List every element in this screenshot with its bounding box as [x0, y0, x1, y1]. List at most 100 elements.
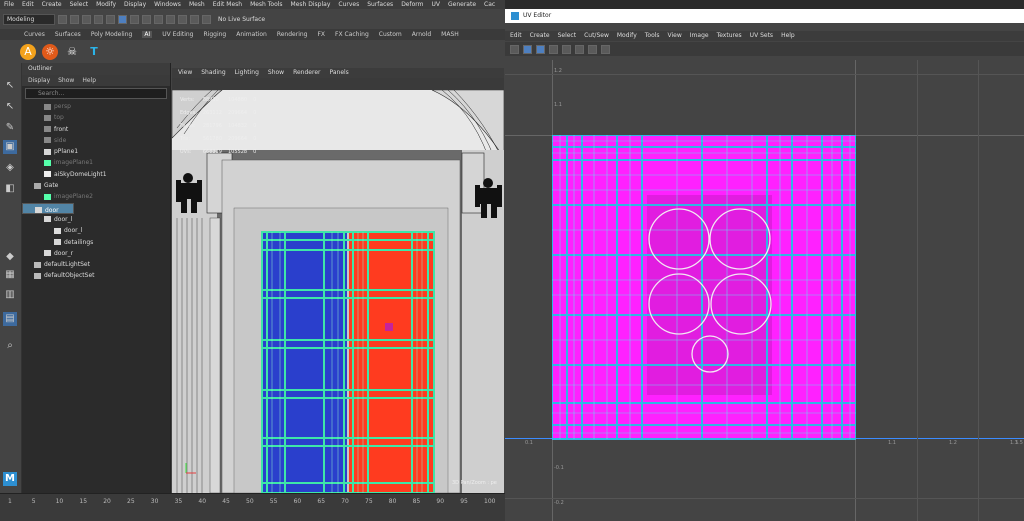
shelf-tab[interactable]: Poly Modeling	[91, 31, 133, 38]
uv-distortion-icon[interactable]	[562, 44, 571, 54]
uv-menu-item[interactable]: Help	[781, 31, 795, 41]
shelf-tab[interactable]: FX	[317, 31, 325, 38]
arnold-render-icon[interactable]: A	[20, 43, 36, 60]
uv-menu-item[interactable]: Modify	[617, 31, 637, 41]
maya-logo-icon[interactable]: M	[3, 472, 17, 486]
outliner-item[interactable]: pPlane1	[22, 146, 170, 157]
outliner-menu-item[interactable]: Show	[58, 75, 74, 86]
uv-image-icon[interactable]	[588, 44, 597, 54]
uv-menu-item[interactable]: Edit	[510, 31, 522, 41]
shelf-tab[interactable]: Arnold	[412, 31, 431, 38]
main-menu-item[interactable]: Generate	[448, 1, 476, 8]
uv-shaded-icon[interactable]	[523, 44, 532, 54]
outliner-item[interactable]: persp	[22, 101, 170, 112]
snap-surface-icon[interactable]	[190, 14, 199, 24]
main-menu-item[interactable]: Curves	[338, 1, 359, 8]
main-menu-item[interactable]: Create	[42, 1, 62, 8]
uv-pixel-snap-icon[interactable]	[575, 44, 584, 54]
uv-menu-item[interactable]: UV Sets	[750, 31, 773, 41]
outliner-item[interactable]: Gate	[22, 180, 170, 191]
main-menu-item[interactable]: Edit	[22, 1, 34, 8]
arnold-light-icon[interactable]: ☼	[42, 43, 58, 60]
lasso-tool-icon[interactable]: ↖	[3, 100, 17, 114]
select-tool-icon[interactable]: ↖	[3, 79, 17, 93]
search-icon[interactable]: ⌕	[3, 339, 17, 353]
snap-curve-icon[interactable]	[166, 14, 175, 24]
outliner-item[interactable]: door_r	[22, 248, 170, 259]
viewport-menu-item[interactable]: Lighting	[235, 68, 259, 78]
main-menu-item[interactable]: File	[4, 1, 14, 8]
shelf-tab[interactable]: MASH	[441, 31, 459, 38]
uv-grid-icon[interactable]	[510, 44, 519, 54]
main-menu-item[interactable]: Windows	[154, 1, 181, 8]
uv-menu-item[interactable]: Image	[690, 31, 709, 41]
new-scene-icon[interactable]	[58, 14, 67, 24]
uv-menu-item[interactable]: View	[668, 31, 682, 41]
viewport-menu-item[interactable]: Renderer	[293, 68, 320, 78]
uv-wireframe-icon[interactable]	[536, 44, 545, 54]
rotate-tool-icon[interactable]: ◈	[3, 161, 17, 175]
outliner-item[interactable]: door_l	[22, 225, 170, 236]
uv-menu-item[interactable]: Tools	[645, 31, 660, 41]
redo-icon[interactable]	[106, 14, 115, 24]
live-surface-label[interactable]: No Live Surface	[218, 16, 265, 23]
save-scene-icon[interactable]	[82, 14, 91, 24]
viewport-menu-item[interactable]: Show	[268, 68, 284, 78]
outliner-item[interactable]: defaultObjectSet	[22, 270, 170, 281]
snap-point-icon[interactable]	[178, 14, 187, 24]
select-hierarchy-icon[interactable]	[118, 14, 127, 24]
main-menu-item[interactable]: Modify	[96, 1, 116, 8]
viewport-menu-item[interactable]: Shading	[201, 68, 225, 78]
open-scene-icon[interactable]	[70, 14, 79, 24]
outliner-item[interactable]: imagePlane2	[22, 191, 170, 202]
outliner-item[interactable]: detailings	[22, 237, 170, 248]
four-layout-icon[interactable]: ▦	[3, 268, 17, 282]
skull-icon[interactable]: ☠	[64, 44, 80, 60]
viewport-menu-item[interactable]: Panels	[329, 68, 348, 78]
main-menu-item[interactable]: Mesh	[189, 1, 205, 8]
outliner-item[interactable]: front	[22, 124, 170, 135]
move-tool-icon[interactable]: ▣	[3, 140, 17, 154]
uv-menu-item[interactable]: Select	[558, 31, 577, 41]
main-menu-item[interactable]: Mesh Tools	[250, 1, 282, 8]
shelf-tab[interactable]: Custom	[379, 31, 402, 38]
viewport-menu-item[interactable]: View	[178, 68, 192, 78]
shelf-tab[interactable]: FX Caching	[335, 31, 369, 38]
outliner-menu-item[interactable]: Display	[28, 75, 50, 86]
outliner-item[interactable]: top	[22, 112, 170, 123]
shelf-tab[interactable]: Animation	[236, 31, 267, 38]
main-menu-item[interactable]: Display	[124, 1, 146, 8]
outliner-item[interactable]: door_l	[22, 214, 170, 225]
outliner-item[interactable]: imagePlane1	[22, 157, 170, 168]
outliner-item[interactable]: defaultLightSet	[22, 259, 170, 270]
select-component-icon[interactable]	[142, 14, 151, 24]
shelf-tab[interactable]: Curves	[24, 31, 45, 38]
shelf-tab[interactable]: AI	[142, 31, 153, 38]
main-menu-item[interactable]: Surfaces	[367, 1, 393, 8]
two-layout-icon[interactable]: ▥	[3, 288, 17, 302]
uv-canvas[interactable]: 0.1 1.1 1.2 1.3 1.5 -0.1 -0.2 1.2 1.1	[505, 60, 1024, 521]
single-layout-icon[interactable]: ◆	[3, 250, 17, 264]
shelf-tab[interactable]: Rendering	[277, 31, 308, 38]
menu-set-dropdown[interactable]: Modeling	[3, 13, 55, 25]
outliner-menu-item[interactable]: Help	[82, 75, 96, 86]
magnet-icon[interactable]	[202, 14, 211, 24]
main-menu-item[interactable]: Select	[70, 1, 89, 8]
paint-select-icon[interactable]: ✎	[3, 121, 17, 135]
shelf-tab[interactable]: UV Editing	[162, 31, 193, 38]
scale-tool-icon[interactable]: ◧	[3, 182, 17, 196]
outliner-item[interactable]: side	[22, 135, 170, 146]
snap-grid-icon[interactable]	[154, 14, 163, 24]
main-menu-item[interactable]: Deform	[401, 1, 423, 8]
shelf-tab[interactable]: Surfaces	[55, 31, 81, 38]
main-menu-item[interactable]: Mesh Display	[291, 1, 331, 8]
shelf-tab[interactable]: Rigging	[204, 31, 227, 38]
outliner-item[interactable]: aiSkyDomeLight1	[22, 169, 170, 180]
uv-checker-icon[interactable]	[549, 44, 558, 54]
select-object-icon[interactable]	[130, 14, 139, 24]
time-slider[interactable]: 1 5 10 15 20 25 30 35 40 45 50 55 60 65 70 75 80 85 90 95 10…	[0, 493, 505, 521]
main-menu-item[interactable]: Cac	[484, 1, 495, 8]
outliner-layout-icon[interactable]: ▤	[3, 312, 17, 326]
uv-camera-icon[interactable]	[601, 44, 610, 54]
uv-menu-item[interactable]: Textures	[717, 31, 742, 41]
